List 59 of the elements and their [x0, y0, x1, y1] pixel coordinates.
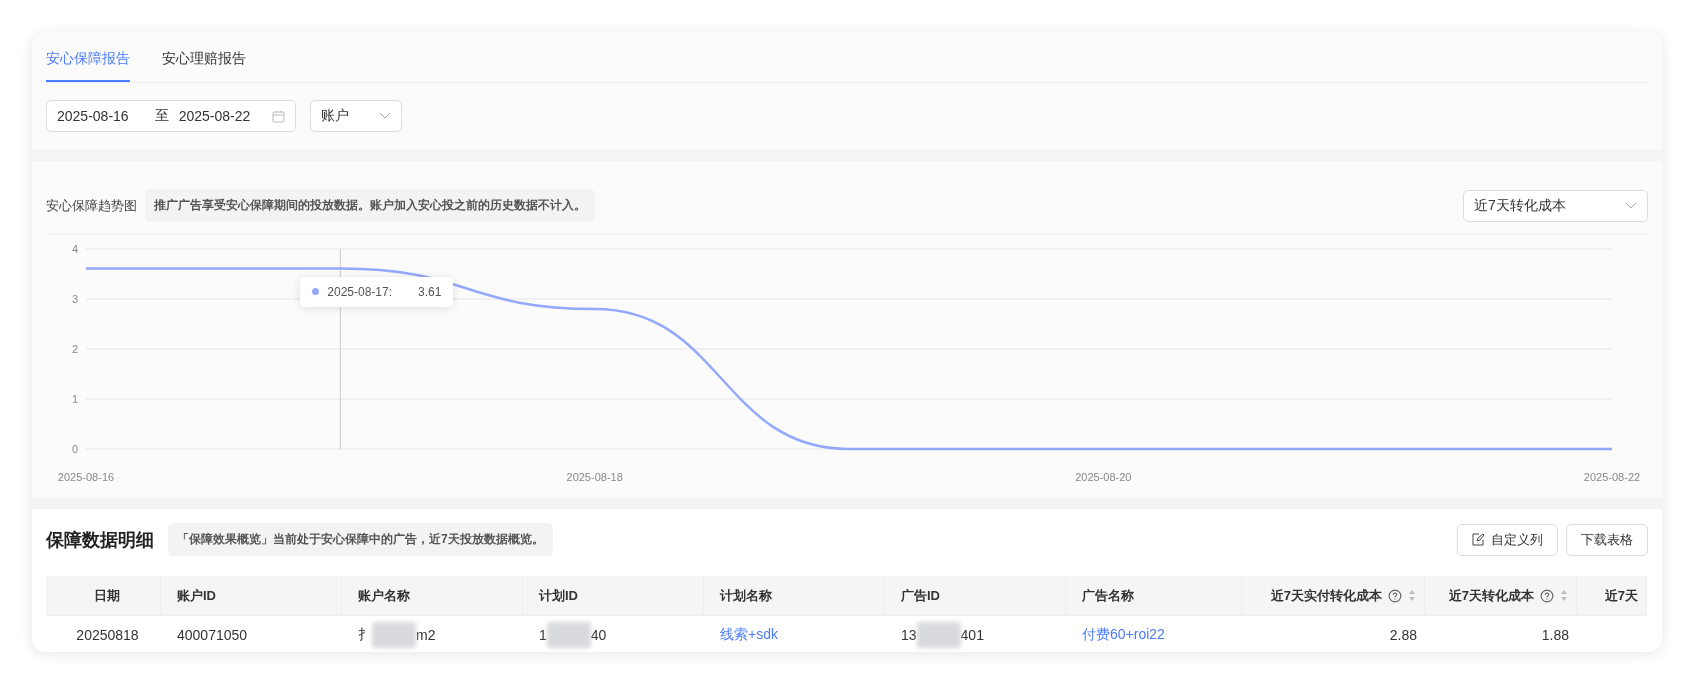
cell-text: 1.88	[1541, 626, 1569, 643]
start-date: 2025-08-16	[57, 108, 129, 124]
cell-text: 400071050	[177, 626, 248, 643]
cell-text: 扌	[358, 625, 372, 644]
date-range-field[interactable]: 2025-08-16 至 2025-08-22	[46, 100, 296, 132]
range-separator: 至	[154, 107, 169, 125]
axis-label: 2025-08-18	[566, 471, 623, 483]
column-header: 广告名称	[1066, 576, 1242, 615]
chevron-down-icon	[1625, 201, 1637, 210]
cell-text: 1	[539, 626, 547, 643]
axis-label: 4	[71, 243, 78, 255]
redaction-blur	[916, 621, 961, 648]
column-header: 计划ID	[523, 576, 704, 615]
section-title: 安心保障趋势图	[46, 196, 137, 215]
redaction-blur	[546, 621, 591, 648]
download-button[interactable]: 下载表格	[1566, 523, 1648, 556]
cell-text: m2	[416, 626, 436, 643]
cell-link[interactable]: 付费60+roi22	[1082, 625, 1165, 644]
axis-label: 2	[71, 343, 78, 355]
cell-text: 401	[960, 626, 984, 643]
account-select[interactable]: 账户	[310, 100, 402, 132]
help-icon	[1388, 588, 1402, 603]
sort-icon	[1408, 589, 1416, 602]
edit-icon	[1472, 533, 1485, 546]
help-icon	[1540, 588, 1554, 603]
tab[interactable]: 安心保障报告	[46, 50, 130, 82]
cell-text: 13	[901, 626, 917, 643]
tooltip-value: 3.61	[418, 284, 442, 299]
column-header: 近7天	[1577, 576, 1647, 615]
cell-link[interactable]: 线索+sdk	[720, 625, 778, 644]
cell-text: 20250818	[76, 626, 139, 643]
series-dot	[312, 288, 320, 295]
column-header: 账户ID	[161, 576, 342, 615]
section-note: 「保障效果概览」当前处于安心保障中的广告，近7天投放数据概览。	[168, 523, 553, 556]
cell-text: 40	[590, 626, 607, 643]
sort-icon	[1560, 589, 1568, 602]
section-title: 保障数据明细	[46, 528, 154, 552]
axis-label: 2025-08-20	[1075, 471, 1132, 483]
customize-columns-button[interactable]: 自定义列	[1457, 523, 1558, 556]
column-header: 广告ID	[885, 576, 1066, 615]
column-header: 计划名称	[704, 576, 885, 615]
section-note: 推广广告享受安心保障期间的投放数据。账户加入安心投之前的历史数据不计入。	[145, 189, 595, 222]
axis-label: 2025-08-22	[1583, 471, 1641, 483]
tab[interactable]: 安心理赔报告	[162, 50, 246, 82]
metric-select[interactable]: 近7天转化成本	[1463, 189, 1648, 222]
tooltip-date: 2025-08-17:	[327, 284, 393, 299]
cell-text: 2.88	[1389, 626, 1417, 643]
redaction-blur	[372, 621, 416, 648]
axis-label: 2025-08-16	[57, 471, 115, 483]
end-date: 2025-08-22	[178, 108, 251, 124]
axis-label: 1	[71, 393, 78, 405]
column-header: 日期	[46, 576, 161, 615]
column-header: 近7天实付转化成本	[1242, 576, 1425, 615]
calendar-icon	[272, 109, 285, 123]
column-header: 账户名称	[342, 576, 523, 615]
axis-label: 0	[71, 443, 78, 455]
chevron-down-icon	[379, 112, 391, 120]
axis-label: 3	[71, 293, 78, 305]
column-header: 近7天转化成本	[1425, 576, 1577, 615]
